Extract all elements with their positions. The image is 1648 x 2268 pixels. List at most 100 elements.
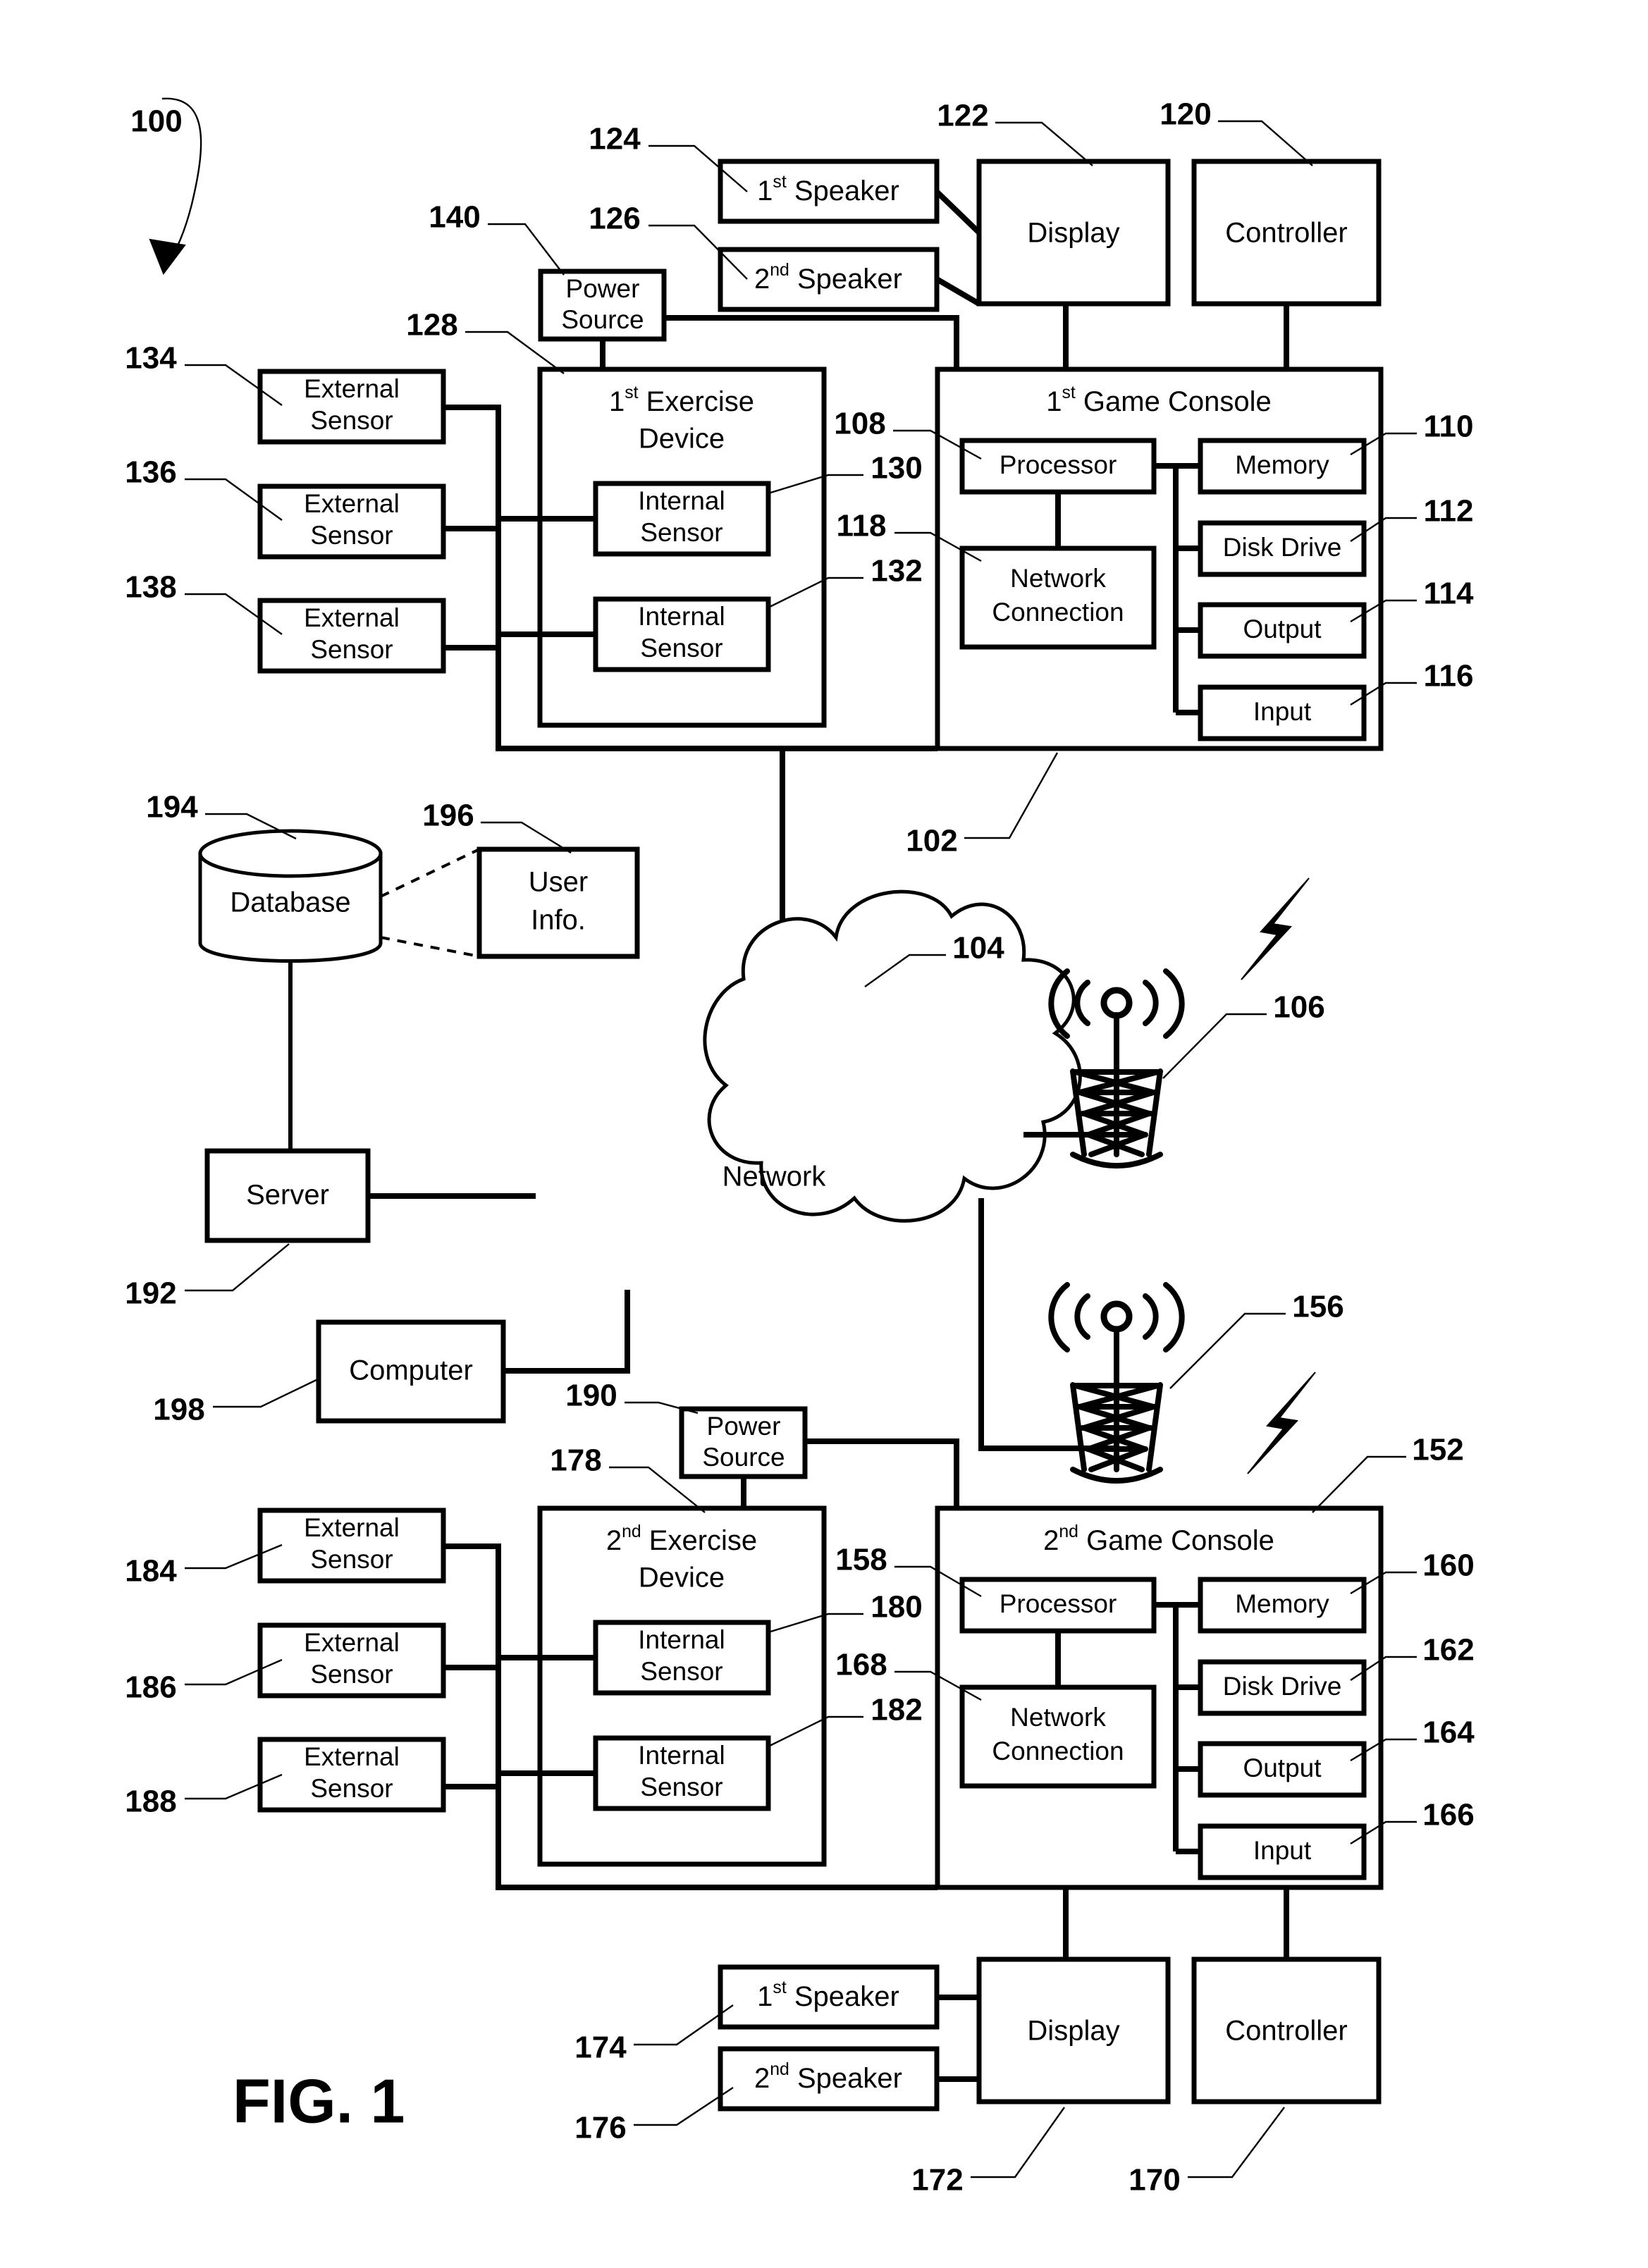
ref-176: 176 (574, 2111, 626, 2145)
controller-top-label: Controller (1225, 218, 1347, 249)
game-console-2-label: 2nd Game Console (1043, 1522, 1274, 1556)
ref-106: 106 (1273, 990, 1324, 1025)
controller-bottom-label: Controller (1225, 2016, 1347, 2047)
ref-188: 188 (125, 1785, 176, 1819)
memory-2-label: Memory (1235, 1589, 1329, 1618)
ref-134: 134 (125, 341, 177, 376)
ref-118: 118 (837, 509, 887, 543)
power-source-top-label-line1: Power (566, 274, 640, 303)
external-sensor-184-label-line1: External (304, 1513, 400, 1542)
external-sensor-136-label-line1: External (304, 489, 400, 518)
memory-1-label: Memory (1235, 450, 1329, 479)
user-info-label-line2: Info. (531, 905, 586, 936)
ref-138: 138 (125, 570, 176, 605)
patent-figure-1: 1st Speaker 2nd Speaker Display Controll… (0, 0, 1648, 2268)
computer-network-link (503, 1290, 630, 1374)
ref-136: 136 (125, 455, 176, 490)
input-1-label: Input (1253, 697, 1312, 726)
external-sensor-186-label-line2: Sensor (310, 1660, 393, 1689)
speaker2-display-link (935, 276, 981, 307)
network-connection-1-label-line2: Connection (992, 598, 1124, 627)
ref-124: 124 (589, 122, 641, 156)
network-cloud-label: Network (722, 1161, 827, 1192)
ref-186: 186 (125, 1670, 176, 1705)
processor-1-label: Processor (1000, 450, 1117, 479)
internal-sensor-130-label-line2: Sensor (640, 518, 722, 547)
processor-2-label: Processor (1000, 1589, 1117, 1618)
ref-160: 160 (1422, 1548, 1474, 1583)
disk-drive-1-label: Disk Drive (1223, 533, 1342, 562)
internal-sensor-130-label-line1: Internal (638, 486, 725, 515)
ref-132: 132 (871, 554, 922, 588)
ref-156: 156 (1292, 1290, 1343, 1324)
network-connection-1-label-line1: Network (1010, 564, 1106, 593)
lightning-bolt-top (1241, 877, 1310, 980)
internal-sensor-180-label-line2: Sensor (640, 1657, 722, 1686)
server-label: Server (246, 1180, 329, 1211)
user-info-box (476, 846, 640, 959)
power-source-console-link (664, 315, 959, 369)
external-sensor-138-label-line2: Sensor (310, 635, 393, 664)
external-sensor-136-label-line2: Sensor (310, 521, 393, 550)
ref-196: 196 (422, 799, 474, 833)
ref-130: 130 (871, 451, 922, 486)
external-sensor-188-label-line1: External (304, 1742, 400, 1771)
internal-sensor-180-label-line1: Internal (638, 1625, 725, 1654)
ref-170: 170 (1129, 2163, 1180, 2198)
ref-108: 108 (834, 407, 885, 441)
ref-192: 192 (125, 1276, 176, 1311)
database-userinfo-link-lower (380, 936, 480, 958)
ref-172: 172 (911, 2163, 963, 2198)
user-info-label-line1: User (529, 867, 588, 898)
disk-drive-2-label: Disk Drive (1223, 1672, 1342, 1701)
power-source-bottom-label-line2: Source (702, 1443, 785, 1472)
ref-114: 114 (1424, 577, 1475, 611)
external-sensor-134-label-line1: External (304, 374, 400, 403)
computer-label: Computer (349, 1355, 473, 1386)
display-bottom-label: Display (1027, 2016, 1119, 2047)
ref-128: 128 (406, 308, 457, 343)
ref-110: 110 (1424, 409, 1474, 444)
ref-112: 112 (1424, 494, 1474, 529)
internal-sensor-132-label-line1: Internal (638, 602, 725, 631)
game-console-1-label: 1st Game Console (1046, 383, 1271, 417)
ref-152: 152 (1412, 1433, 1463, 1467)
exercise-device-2-label-line2: Device (639, 1563, 725, 1594)
output-2-label: Output (1243, 1754, 1322, 1782)
exercise-device-1-label-line2: Device (639, 424, 725, 455)
ref-180: 180 (871, 1590, 922, 1625)
ref-126: 126 (589, 202, 640, 236)
ref-168: 168 (835, 1648, 887, 1682)
input-2-label: Input (1253, 1836, 1312, 1865)
ref-174: 174 (574, 2030, 627, 2065)
ref-122: 122 (937, 99, 988, 133)
database-label: Database (230, 887, 350, 918)
lightning-bolt-bottom (1247, 1372, 1316, 1474)
internal-sensor-182-label-line1: Internal (638, 1741, 725, 1770)
ref-182: 182 (871, 1693, 922, 1727)
power-source-bottom-label-line1: Power (707, 1412, 781, 1441)
speaker1-display-link (935, 190, 981, 235)
network-connection-2-label-line1: Network (1010, 1703, 1106, 1732)
ref-166: 166 (1422, 1798, 1474, 1832)
ref-102: 102 (906, 824, 957, 858)
ref-178: 178 (550, 1443, 601, 1478)
ref-158: 158 (835, 1543, 887, 1577)
ref-198: 198 (153, 1393, 204, 1427)
power-source-top-label-line2: Source (561, 305, 644, 334)
external-sensor-134-label-line2: Sensor (310, 406, 393, 435)
ref-162: 162 (1422, 1633, 1474, 1668)
ref-184: 184 (125, 1554, 177, 1589)
ref-100: 100 (130, 104, 182, 139)
external-sensor-186-label-line1: External (304, 1628, 400, 1657)
internal-sensor-182-label-line2: Sensor (640, 1773, 722, 1801)
cell-tower-bottom (1048, 1282, 1185, 1484)
ref-120: 120 (1160, 97, 1211, 132)
ref-164: 164 (1422, 1715, 1475, 1750)
database-userinfo-link-upper (380, 848, 480, 898)
external-sensor-188-label-line2: Sensor (310, 1774, 393, 1803)
ref-140: 140 (429, 200, 480, 235)
display-top-label: Display (1027, 218, 1119, 249)
power-source-bottom-console-link (805, 1438, 959, 1508)
ref-190: 190 (565, 1379, 617, 1413)
